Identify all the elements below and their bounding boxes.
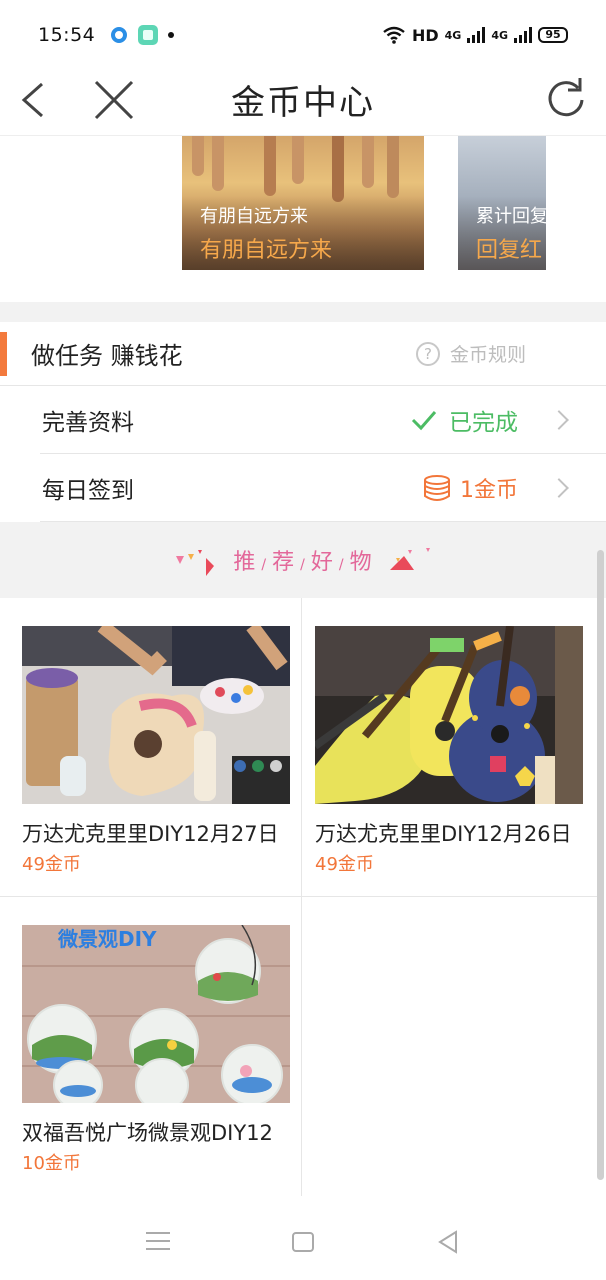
scrollbar[interactable] [597, 550, 604, 1180]
product-price: 49金币 [315, 854, 374, 875]
notification-icon [111, 27, 128, 43]
banner-carousel[interactable]: 有朋自远方来 有朋自远方来 累计回复 回复红 [0, 136, 606, 302]
status-bar: 15:54 HD 4G 4G 95 [0, 0, 606, 70]
nav-header: 金币中心 [0, 64, 606, 136]
recommend-header: 推 / 荐 / 好 / 物 [0, 522, 606, 598]
signal-icon [467, 27, 486, 43]
chevron-right-icon [549, 410, 569, 430]
product-card[interactable]: 万达尤克里里DIY12月26日 49金币 [302, 598, 604, 897]
task-label: 完善资料 [42, 410, 134, 436]
product-image [315, 626, 583, 804]
task-section-title: 做任务 赚钱花 [31, 342, 183, 370]
bunting-icon [390, 548, 430, 570]
help-icon: ? [415, 341, 440, 366]
coin-rules-label: 金币规则 [449, 344, 526, 366]
refresh-icon[interactable] [544, 74, 588, 122]
menu-icon[interactable] [146, 1232, 170, 1250]
product-card[interactable]: 微景观DIY 双福吾悦广场微景观DIY12 10金币 [0, 897, 302, 1196]
app-notification-icon [138, 25, 159, 45]
product-image-caption: 微景观DIY [58, 927, 157, 951]
banner-title: 有朋自远方来 [200, 238, 333, 263]
empty-product-slot [302, 897, 604, 1196]
task-row-daily-checkin[interactable]: 每日签到 1金币 [40, 455, 606, 522]
coin-rules-link[interactable]: ? 金币规则 [415, 340, 526, 367]
section-accent-bar [0, 331, 7, 376]
check-icon [411, 411, 437, 431]
product-price: 49金币 [22, 854, 81, 875]
chevron-right-icon [549, 478, 569, 498]
product-name: 万达尤克里里DIY12月26日 [315, 822, 572, 846]
wifi-icon [383, 26, 405, 44]
task-label: 每日签到 [42, 478, 134, 504]
signal-label-2: 4G [491, 28, 508, 42]
banner-subtitle: 有朋自远方来 [200, 206, 308, 227]
product-name: 双福吾悦广场微景观DIY12 [22, 1121, 273, 1145]
product-image: 微景观DIY [22, 925, 290, 1103]
product-price: 10金币 [22, 1153, 81, 1174]
product-grid: 万达尤克里里DIY12月27日 49金币 万达尤克里里DIY12月26日 49金… [0, 598, 606, 1198]
banner-card[interactable]: 有朋自远方来 有朋自远方来 [182, 136, 424, 270]
task-section-header: 做任务 赚钱花 ? 金币规则 [0, 322, 606, 386]
banner-subtitle: 累计回复 [476, 206, 546, 227]
more-notifications-icon [168, 32, 175, 38]
status-indicators: HD 4G 4G 95 [382, 26, 568, 45]
system-back-icon[interactable] [436, 1230, 460, 1254]
task-status: 已完成 [449, 410, 518, 436]
task-reward: 1金币 [460, 478, 518, 503]
close-icon[interactable] [90, 76, 138, 124]
task-row-complete-profile[interactable]: 完善资料 已完成 [40, 387, 606, 454]
home-icon[interactable] [292, 1232, 314, 1252]
system-navigation-bar [0, 1198, 606, 1280]
back-icon[interactable] [14, 76, 54, 124]
bunting-icon [176, 550, 214, 576]
product-name: 万达尤克里里DIY12月27日 [22, 822, 279, 846]
status-time: 15:54 [38, 24, 96, 46]
signal-label-1: 4G [444, 28, 462, 42]
product-image [22, 626, 290, 804]
section-divider [0, 302, 606, 322]
battery-icon: 95 [538, 27, 568, 43]
network-type: HD [411, 25, 439, 45]
recommend-title: 推 / 荐 / 好 / 物 [233, 550, 373, 575]
coin-stack-icon [424, 475, 450, 501]
banner-title: 回复红 [476, 238, 543, 263]
banner-card[interactable]: 累计回复 回复红 [458, 136, 546, 270]
product-card[interactable]: 万达尤克里里DIY12月27日 49金币 [0, 598, 302, 897]
page-title: 金币中心 [231, 83, 375, 123]
signal-icon [514, 27, 532, 43]
